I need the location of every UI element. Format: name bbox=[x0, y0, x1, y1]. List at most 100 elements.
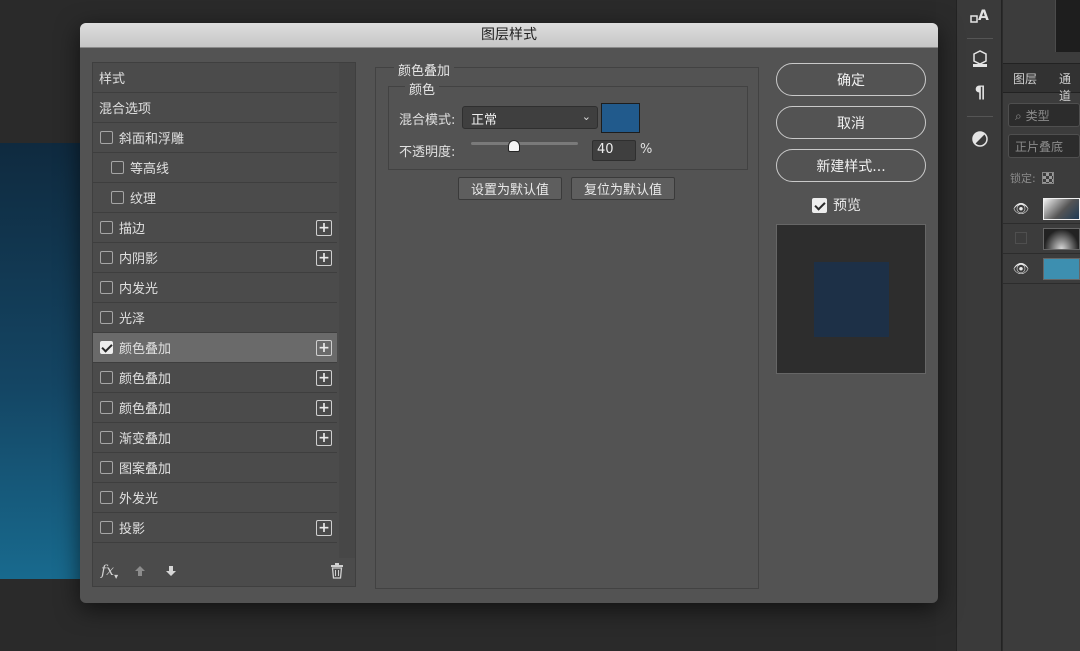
style-list-item-label: 渐变叠加 bbox=[119, 432, 172, 447]
tab-layers[interactable]: 图层 bbox=[1013, 70, 1037, 87]
layer-thumbnail bbox=[1043, 228, 1080, 250]
style-checkbox[interactable] bbox=[100, 131, 113, 144]
reset-default-button[interactable]: 复位为默认值 bbox=[571, 177, 675, 200]
preview-thumbnail bbox=[776, 224, 926, 374]
color-overlay-panel: 颜色叠加 颜色 混合模式: 正常 ⌄ 不透明度: 40 % 设置为默认值 复位为… bbox=[375, 60, 759, 589]
style-checkbox[interactable] bbox=[100, 221, 113, 234]
adjustments-panel-icon[interactable] bbox=[969, 128, 991, 150]
lock-transparency-icon[interactable] bbox=[1041, 172, 1054, 184]
character-panel-icon[interactable]: A bbox=[969, 4, 991, 26]
opacity-slider[interactable] bbox=[471, 142, 578, 145]
style-checkbox[interactable] bbox=[111, 161, 124, 174]
style-list-item-label: 光泽 bbox=[119, 312, 146, 327]
style-list-item[interactable]: 颜色叠加 + bbox=[93, 333, 337, 363]
add-effect-icon[interactable]: + bbox=[316, 340, 332, 356]
svg-text:A: A bbox=[978, 8, 989, 24]
blend-mode-value: 正常 bbox=[471, 113, 498, 128]
new-style-button[interactable]: 新建样式... bbox=[776, 149, 926, 182]
style-checkbox[interactable] bbox=[100, 341, 113, 354]
style-list-item[interactable]: 颜色叠加 + bbox=[93, 363, 337, 393]
style-list-item-label: 等高线 bbox=[130, 162, 170, 177]
eye-icon[interactable]: 👁 bbox=[1013, 201, 1030, 217]
style-list-item-label: 投影 bbox=[119, 522, 146, 537]
style-list-item[interactable]: 渐变叠加 + bbox=[93, 423, 337, 453]
style-list-item[interactable]: 等高线 bbox=[93, 153, 337, 183]
blend-mode-select[interactable]: 正常 ⌄ bbox=[462, 106, 598, 129]
layer-thumbnail bbox=[1043, 258, 1080, 280]
style-checkbox[interactable] bbox=[100, 521, 113, 534]
style-checkbox[interactable] bbox=[100, 371, 113, 384]
layer-row[interactable]: 👁 bbox=[1003, 194, 1080, 224]
style-list-item[interactable]: 斜面和浮雕 bbox=[93, 123, 337, 153]
style-list-item-label: 斜面和浮雕 bbox=[119, 132, 185, 147]
move-down-icon[interactable] bbox=[164, 561, 178, 581]
layer-row[interactable]: 👁 bbox=[1003, 254, 1080, 284]
layer-blend-mode-select[interactable]: 正片叠底 bbox=[1008, 134, 1080, 158]
list-scrollbar[interactable] bbox=[339, 63, 355, 558]
style-list-item[interactable]: 颜色叠加 + bbox=[93, 393, 337, 423]
search-icon: ⌕ bbox=[1015, 109, 1022, 123]
3d-panel-icon[interactable] bbox=[969, 48, 991, 70]
canvas-image bbox=[0, 143, 90, 579]
style-list-item-label: 样式 bbox=[99, 72, 126, 87]
chevron-down-icon: ⌄ bbox=[581, 110, 591, 123]
lock-row: 锁定: bbox=[1010, 170, 1054, 186]
fx-icon[interactable]: fx ▾ bbox=[101, 561, 118, 581]
eye-icon[interactable]: 👁 bbox=[1013, 261, 1030, 277]
style-list-item-label: 混合选项 bbox=[99, 102, 152, 117]
style-checkbox[interactable] bbox=[100, 281, 113, 294]
tab-channels[interactable]: 通道 bbox=[1059, 70, 1080, 104]
add-effect-icon[interactable]: + bbox=[316, 400, 332, 416]
add-effect-icon[interactable]: + bbox=[316, 220, 332, 236]
panel-thumbnail bbox=[1055, 0, 1080, 52]
cancel-button[interactable]: 取消 bbox=[776, 106, 926, 139]
style-list-item-label: 颜色叠加 bbox=[119, 372, 172, 387]
preview-checkbox[interactable]: 预览 bbox=[812, 195, 861, 215]
preview-checkbox-box[interactable] bbox=[812, 197, 827, 213]
move-up-icon[interactable] bbox=[133, 561, 147, 581]
opacity-slider-thumb[interactable] bbox=[507, 140, 520, 152]
style-checkbox[interactable] bbox=[100, 431, 113, 444]
style-list-item[interactable]: 光泽 bbox=[93, 303, 337, 333]
style-list-item[interactable]: 描边 + bbox=[93, 213, 337, 243]
layer-filter-placeholder: 类型 bbox=[1025, 109, 1050, 123]
preview-swatch bbox=[814, 262, 889, 337]
layer-row[interactable] bbox=[1003, 224, 1080, 254]
style-checkbox[interactable] bbox=[100, 491, 113, 504]
style-checkbox[interactable] bbox=[100, 461, 113, 474]
paragraph-panel-icon[interactable]: ¶ bbox=[969, 82, 991, 104]
add-effect-icon[interactable]: + bbox=[316, 370, 332, 386]
add-effect-icon[interactable]: + bbox=[316, 250, 332, 266]
style-list-item[interactable]: 图案叠加 bbox=[93, 453, 337, 483]
style-list-item[interactable]: 外发光 bbox=[93, 483, 337, 513]
ok-button[interactable]: 确定 bbox=[776, 63, 926, 96]
add-effect-icon[interactable]: + bbox=[316, 520, 332, 536]
color-swatch[interactable] bbox=[601, 103, 640, 133]
blend-mode-label: 混合模式: bbox=[399, 113, 456, 128]
opacity-input[interactable]: 40 bbox=[592, 140, 636, 161]
style-checkbox[interactable] bbox=[100, 401, 113, 414]
style-list-item-label: 颜色叠加 bbox=[119, 402, 172, 417]
trash-icon[interactable] bbox=[330, 561, 344, 581]
style-list-item[interactable]: 内发光 bbox=[93, 273, 337, 303]
set-default-button[interactable]: 设置为默认值 bbox=[458, 177, 562, 200]
color-group: 颜色 混合模式: 正常 ⌄ 不透明度: 40 % bbox=[388, 79, 748, 170]
panel-icon-strip: A ¶ bbox=[956, 0, 1002, 651]
visibility-toggle-empty[interactable] bbox=[1015, 232, 1027, 244]
style-list-item[interactable]: 样式 bbox=[93, 63, 337, 93]
style-checkbox[interactable] bbox=[100, 251, 113, 264]
add-effect-icon[interactable]: + bbox=[316, 430, 332, 446]
style-list-item[interactable]: 纹理 bbox=[93, 183, 337, 213]
style-list-footer: fx ▾ bbox=[93, 556, 355, 586]
style-list-item-label: 内阴影 bbox=[119, 252, 159, 267]
panel-tabs: 图层 通道 bbox=[1003, 63, 1080, 103]
layer-style-dialog: 图层样式 样式 混合选项 斜面和浮雕 等高线 纹理 描边 + 内阴影 + 内发光 光泽 颜色叠加 + 颜色… bbox=[80, 23, 938, 603]
lock-label: 锁定: bbox=[1010, 172, 1036, 185]
style-checkbox[interactable] bbox=[100, 311, 113, 324]
style-list-item[interactable]: 投影 + bbox=[93, 513, 337, 543]
style-list-item[interactable]: 内阴影 + bbox=[93, 243, 337, 273]
style-checkbox[interactable] bbox=[111, 191, 124, 204]
style-list-item[interactable]: 混合选项 bbox=[93, 93, 337, 123]
layer-filter-field[interactable]: ⌕ 类型 bbox=[1008, 103, 1080, 127]
color-group-legend: 颜色 bbox=[405, 79, 440, 98]
